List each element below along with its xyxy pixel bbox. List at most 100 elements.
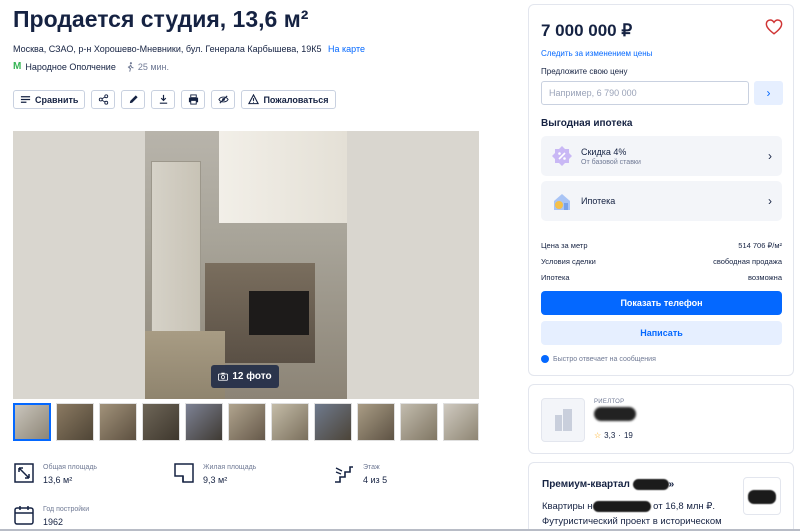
fact-value: 1962 [43, 517, 64, 527]
fact-label: Общая площадь [43, 464, 98, 471]
price: 7 000 000 ₽ [541, 21, 633, 40]
price-card: 7 000 000 ₽ Следить за изменением цены П… [528, 4, 794, 376]
thumbnail[interactable] [400, 403, 438, 441]
percent-badge-icon [552, 146, 572, 166]
walk-time-value: 25 мин. [137, 61, 170, 72]
fast-reply-note: Быстро отвечает на сообщения [541, 355, 656, 363]
fact-label: Год постройки [43, 506, 90, 513]
living-area-icon [174, 463, 194, 483]
follow-price-link[interactable]: Следить за изменением цены [541, 49, 652, 58]
fact-label: Этаж [363, 464, 380, 471]
offer-label: Предложите свою цену [541, 67, 628, 76]
thumbnail[interactable] [228, 403, 266, 441]
thumbnail[interactable] [185, 403, 223, 441]
compare-icon [20, 96, 31, 103]
mortgage-item-label: Ипотека [581, 196, 616, 206]
discount-subtitle: От базовой ставки [581, 158, 641, 166]
agent-rating-value: 3,3 [604, 431, 616, 440]
thumbnail[interactable] [314, 403, 352, 441]
promo-line2: Футуристический проект в историческом [542, 516, 722, 527]
on-map-link[interactable]: На карте [328, 44, 365, 54]
share-button[interactable] [91, 90, 116, 109]
page-title: Продается студия, 13,6 м² [13, 6, 309, 32]
listing-main: Продается студия, 13,6 м² Москва, СЗАО, … [0, 0, 500, 531]
mortgage-offer[interactable]: Ипотека › [541, 181, 782, 221]
redacted-text [592, 500, 651, 512]
report-button[interactable]: Пожаловаться [241, 90, 336, 109]
print-button[interactable] [181, 90, 206, 109]
offer-submit-button[interactable]: › [754, 81, 783, 105]
rating-separator: · [618, 431, 621, 440]
offer-price-input[interactable]: Например, 6 790 000 [541, 81, 749, 105]
stairs-icon [335, 466, 353, 483]
share-icon [98, 94, 109, 105]
fact-total-area: Общая площадь 13,6 м² [13, 462, 97, 485]
thumbnail[interactable] [13, 403, 51, 441]
photo-count-badge[interactable]: 12 фото [211, 365, 279, 388]
fact-floor: Этаж 4 из 5 [333, 462, 387, 485]
agent-reviews-count: 19 [623, 431, 633, 440]
promo-logo [743, 477, 781, 515]
redacted-text [632, 479, 669, 490]
clock-icon [541, 355, 549, 363]
total-area-icon [14, 463, 34, 483]
fact-year-built: Год постройки 1962 [13, 504, 89, 527]
address-text[interactable]: Москва, СЗАО, р-н Хорошево-Мневники, бул… [13, 44, 321, 54]
show-phone-button[interactable]: Показать телефон [541, 291, 782, 315]
metro-station[interactable]: Народное Ополчение [25, 62, 115, 72]
building-icon [555, 409, 572, 431]
mortgage-title: Выгодная ипотека [541, 118, 633, 129]
pencil-icon [129, 95, 138, 104]
agent-logo [541, 398, 585, 442]
camera-icon [218, 372, 229, 381]
detail-value: возможна [748, 272, 782, 282]
download-icon [159, 94, 168, 104]
eye-off-icon [218, 95, 229, 104]
write-message-button[interactable]: Написать [541, 321, 782, 345]
agent-card[interactable]: РИЕЛТОР ☆ 3,3 · 19 [528, 384, 794, 454]
note-button[interactable] [121, 90, 146, 109]
hide-button[interactable] [211, 90, 236, 109]
chevron-right-icon: › [768, 194, 772, 208]
download-button[interactable] [151, 90, 176, 109]
compare-button[interactable]: Сравнить [13, 90, 86, 109]
thumbnail[interactable] [443, 403, 479, 441]
promo-title: Премиум-квартал » [542, 479, 675, 491]
detail-row: Условия сделки свободная продажа [541, 253, 782, 269]
chevron-right-icon: › [768, 149, 772, 163]
detail-row: Цена за метр 514 706 ₽/м² [541, 237, 782, 253]
main-photo[interactable] [13, 131, 479, 399]
thumbnail[interactable] [56, 403, 94, 441]
discount-title: Скидка 4% [581, 146, 627, 157]
fact-label: Жилая площадь [203, 464, 257, 471]
address: Москва, СЗАО, р-н Хорошево-Мневники, бул… [13, 44, 365, 54]
thumbnail[interactable] [271, 403, 309, 441]
thumbnail[interactable] [357, 403, 395, 441]
fact-living-area: Жилая площадь 9,3 м² [173, 462, 256, 485]
walking-person-icon [127, 61, 134, 72]
fast-reply-text: Быстро отвечает на сообщения [553, 355, 656, 363]
promo-line1-end: от 16,8 млн ₽. [653, 501, 715, 512]
metro-info: M Народное Ополчение 25 мин. [13, 61, 169, 72]
deal-details: Цена за метр 514 706 ₽/м² Условия сделки… [541, 237, 782, 285]
agent-rating: ☆ 3,3 · 19 [594, 431, 633, 440]
favorite-heart-icon[interactable] [765, 18, 783, 36]
toolbar: Сравнить Пожаловаться [13, 90, 336, 109]
calendar-icon [14, 506, 34, 525]
fact-value: 9,3 м² [203, 475, 228, 485]
thumbnail[interactable] [142, 403, 180, 441]
agent-name-redacted [594, 407, 636, 421]
walk-time: 25 мин. [126, 62, 169, 72]
fact-value: 4 из 5 [363, 475, 388, 485]
printer-icon [188, 94, 199, 105]
discount-offer[interactable]: Скидка 4% От базовой ставки › [541, 136, 782, 176]
thumbnail[interactable] [99, 403, 137, 441]
photo-count: 12 фото [232, 371, 272, 382]
promo-card[interactable]: Премиум-квартал » Квартиры н от 16,8 млн… [528, 462, 794, 531]
detail-label: Цена за метр [541, 240, 588, 250]
star-icon: ☆ [594, 431, 602, 440]
detail-value: свободная продажа [713, 256, 782, 266]
fact-value: 13,6 м² [43, 475, 73, 485]
detail-row: Ипотека возможна [541, 269, 782, 285]
promo-line1-start: Квартиры н [542, 501, 593, 512]
